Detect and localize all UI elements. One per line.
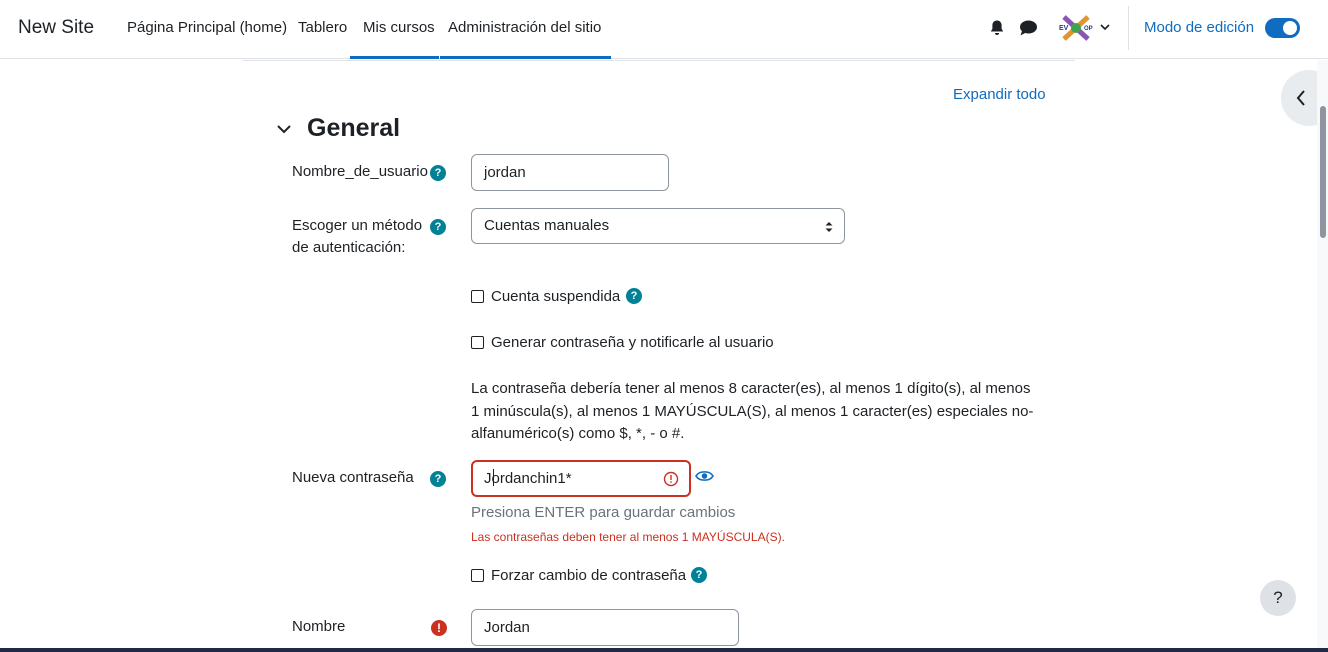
help-fab-button[interactable]: ? — [1260, 580, 1296, 616]
eye-icon[interactable] — [695, 468, 714, 484]
password-policy-text: La contraseña debería tener al menos 8 c… — [471, 380, 1034, 442]
top-navbar: New Site Página Principal (home) Tablero… — [0, 0, 1328, 59]
firstname-input[interactable]: Jordan — [471, 609, 739, 646]
scrollbar-thumb[interactable] — [1320, 106, 1326, 238]
generate-password-label[interactable]: Generar contraseña y notificarle al usua… — [491, 334, 774, 351]
edit-mode-toggle[interactable] — [1265, 18, 1300, 38]
force-change-label[interactable]: Forzar cambio de contraseña — [491, 567, 686, 584]
required-icon: ! — [431, 620, 447, 636]
nav-site-admin-underline — [440, 56, 611, 59]
new-password-error: Las contraseñas deben tener al menos 1 M… — [471, 530, 785, 544]
collapse-chevron-icon[interactable] — [276, 121, 292, 137]
firstname-label: Nombre — [292, 618, 346, 635]
nav-my-courses-underline — [350, 56, 439, 59]
auth-method-select[interactable]: Cuentas manuales — [471, 208, 845, 244]
help-icon[interactable]: ? — [430, 219, 446, 235]
new-password-label: Nueva contraseña — [292, 469, 414, 486]
nav-home[interactable]: Página Principal (home) — [127, 19, 287, 59]
force-change-checkbox[interactable] — [471, 569, 484, 582]
content-top-rule — [243, 60, 1075, 61]
auth-method-label-line2: de autenticación: — [292, 239, 406, 256]
auth-method-label-line1: Escoger un método — [292, 217, 423, 234]
bell-icon[interactable] — [988, 19, 1006, 37]
new-password-hint: Presiona ENTER para guardar cambios — [471, 504, 736, 521]
help-icon[interactable]: ? — [430, 471, 446, 487]
auth-method-value: Cuentas manuales — [484, 217, 610, 234]
help-icon[interactable]: ? — [430, 165, 446, 181]
window-bottom-edge — [0, 648, 1328, 652]
new-password-value-rest: ordanchin1* — [491, 470, 572, 487]
navbar-divider — [1128, 6, 1129, 50]
help-icon[interactable]: ? — [691, 567, 707, 583]
select-arrows-icon — [825, 222, 833, 232]
new-password-input[interactable]: Jordanchin1* — [471, 460, 691, 497]
username-input[interactable]: jordan — [471, 154, 669, 191]
svg-text:OP: OP — [1084, 26, 1093, 32]
suspended-checkbox[interactable] — [471, 290, 484, 303]
section-title[interactable]: General — [307, 114, 400, 143]
chevron-down-icon[interactable] — [1099, 22, 1111, 32]
new-password-value-prefix: J — [484, 470, 492, 487]
chat-icon[interactable] — [1019, 19, 1038, 37]
generate-password-checkbox[interactable] — [471, 336, 484, 349]
nav-dashboard[interactable]: Tablero — [298, 19, 347, 59]
site-brand[interactable]: New Site — [18, 17, 94, 39]
help-icon[interactable]: ? — [626, 288, 642, 304]
invalid-exclamation-icon — [663, 471, 679, 487]
suspended-label[interactable]: Cuenta suspendida — [491, 288, 620, 305]
edit-mode-label[interactable]: Modo de edición — [1144, 19, 1254, 36]
chevron-left-icon — [1296, 90, 1305, 106]
svg-text:EV: EV — [1059, 25, 1069, 32]
expand-all-link[interactable]: Expandir todo — [953, 86, 1046, 103]
username-label: Nombre_de_usuario — [292, 163, 428, 180]
nav-my-courses[interactable]: Mis cursos — [363, 19, 435, 59]
user-avatar-logo[interactable]: EV OP — [1058, 13, 1094, 43]
nav-site-admin[interactable]: Administración del sitio — [448, 19, 601, 59]
